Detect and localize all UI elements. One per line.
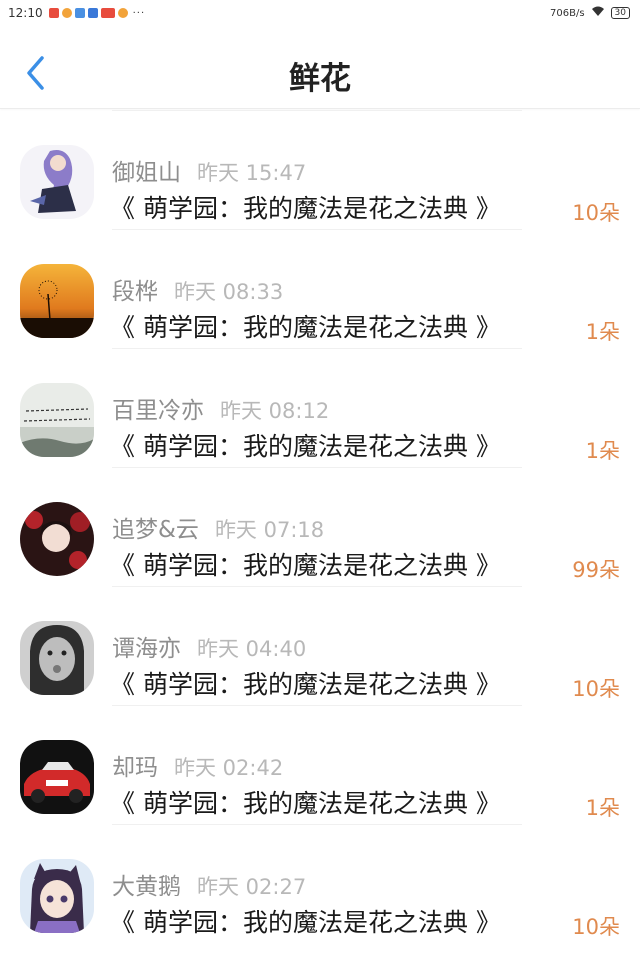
- notification-icon: [74, 8, 85, 18]
- avatar[interactable]: [20, 859, 94, 933]
- list-item[interactable]: 却玛 昨天 02:42 《 萌学园：我的魔法是花之法典 》 1朵: [0, 706, 640, 824]
- book-title[interactable]: 《 萌学园：我的魔法是花之法典 》: [110, 546, 501, 582]
- network-speed: 706B/s: [550, 7, 585, 19]
- notification-icon: [100, 8, 115, 18]
- gift-list: 御姐山 昨天 15:47 《 萌学园：我的魔法是花之法典 》 10朵 段桦 昨天…: [0, 110, 640, 943]
- avatar[interactable]: [20, 264, 94, 338]
- timestamp: 昨天 04:40: [197, 637, 307, 661]
- book-title[interactable]: 《 萌学园：我的魔法是花之法典 》: [110, 427, 501, 463]
- flower-count: 1朵: [585, 320, 620, 344]
- user-line: 却玛 昨天 02:42: [112, 748, 283, 782]
- user-line: 御姐山 昨天 15:47: [112, 153, 306, 187]
- flower-count: 10朵: [572, 677, 620, 701]
- wifi-icon: [591, 6, 605, 20]
- timestamp: 昨天 15:47: [197, 161, 307, 185]
- user-line: 谭海亦 昨天 04:40: [112, 629, 306, 663]
- list-item[interactable]: 段桦 昨天 08:33 《 萌学园：我的魔法是花之法典 》 1朵: [0, 230, 640, 348]
- avatar[interactable]: [20, 145, 94, 219]
- timestamp: 昨天 08:12: [220, 399, 330, 423]
- notification-icon: [48, 8, 59, 18]
- book-title[interactable]: 《 萌学园：我的魔法是花之法典 》: [110, 189, 501, 225]
- username[interactable]: 追梦&云: [112, 510, 199, 544]
- username[interactable]: 大黄鹅: [112, 867, 181, 901]
- flower-count: 1朵: [585, 796, 620, 820]
- status-bar: 12:10 ··· 706B/s 30: [0, 0, 640, 26]
- flower-count: 10朵: [572, 201, 620, 225]
- status-right: 706B/s 30: [550, 6, 630, 20]
- notification-icon: [61, 8, 72, 18]
- notification-icon: [117, 8, 128, 18]
- status-time: 12:10: [8, 6, 43, 20]
- list-item[interactable]: 百里冷亦 昨天 08:12 《 萌学园：我的魔法是花之法典 》 1朵: [0, 349, 640, 467]
- timestamp: 昨天 08:33: [174, 280, 284, 304]
- username[interactable]: 谭海亦: [112, 629, 181, 663]
- username[interactable]: 百里冷亦: [112, 391, 204, 425]
- avatar[interactable]: [20, 740, 94, 814]
- list-item[interactable]: 大黄鹅 昨天 02:27 《 萌学园：我的魔法是花之法典 》 10朵: [0, 825, 640, 943]
- username[interactable]: 段桦: [112, 272, 158, 306]
- more-notifications-icon: ···: [132, 7, 146, 19]
- book-title[interactable]: 《 萌学园：我的魔法是花之法典 》: [110, 308, 501, 344]
- username[interactable]: 却玛: [112, 748, 158, 782]
- book-title[interactable]: 《 萌学园：我的魔法是花之法典 》: [110, 784, 501, 820]
- timestamp: 昨天 02:42: [174, 756, 284, 780]
- flower-count: 10朵: [572, 915, 620, 939]
- list-item[interactable]: 追梦&云 昨天 07:18 《 萌学园：我的魔法是花之法典 》 99朵: [0, 468, 640, 586]
- user-line: 追梦&云 昨天 07:18: [112, 510, 324, 544]
- header: 鲜花: [0, 26, 640, 109]
- user-line: 段桦 昨天 08:33: [112, 272, 283, 306]
- list-item[interactable]: 谭海亦 昨天 04:40 《 萌学园：我的魔法是花之法典 》 10朵: [0, 587, 640, 705]
- flower-count: 99朵: [572, 558, 620, 582]
- status-left: 12:10 ···: [8, 6, 145, 20]
- battery-indicator: 30: [610, 7, 630, 19]
- avatar[interactable]: [20, 383, 94, 457]
- username[interactable]: 御姐山: [112, 153, 181, 187]
- book-title[interactable]: 《 萌学园：我的魔法是花之法典 》: [110, 665, 501, 701]
- user-line: 百里冷亦 昨天 08:12: [112, 391, 329, 425]
- list-item[interactable]: 御姐山 昨天 15:47 《 萌学园：我的魔法是花之法典 》 10朵: [0, 111, 640, 229]
- book-title[interactable]: 《 萌学园：我的魔法是花之法典 》: [110, 903, 501, 939]
- user-line: 大黄鹅 昨天 02:27: [112, 867, 306, 901]
- flower-count: 1朵: [585, 439, 620, 463]
- timestamp: 昨天 07:18: [214, 518, 325, 542]
- notification-icon: [87, 8, 98, 18]
- avatar[interactable]: [20, 621, 94, 695]
- timestamp: 昨天 02:27: [197, 875, 307, 899]
- avatar[interactable]: [20, 502, 94, 576]
- page-title: 鲜花: [289, 61, 351, 97]
